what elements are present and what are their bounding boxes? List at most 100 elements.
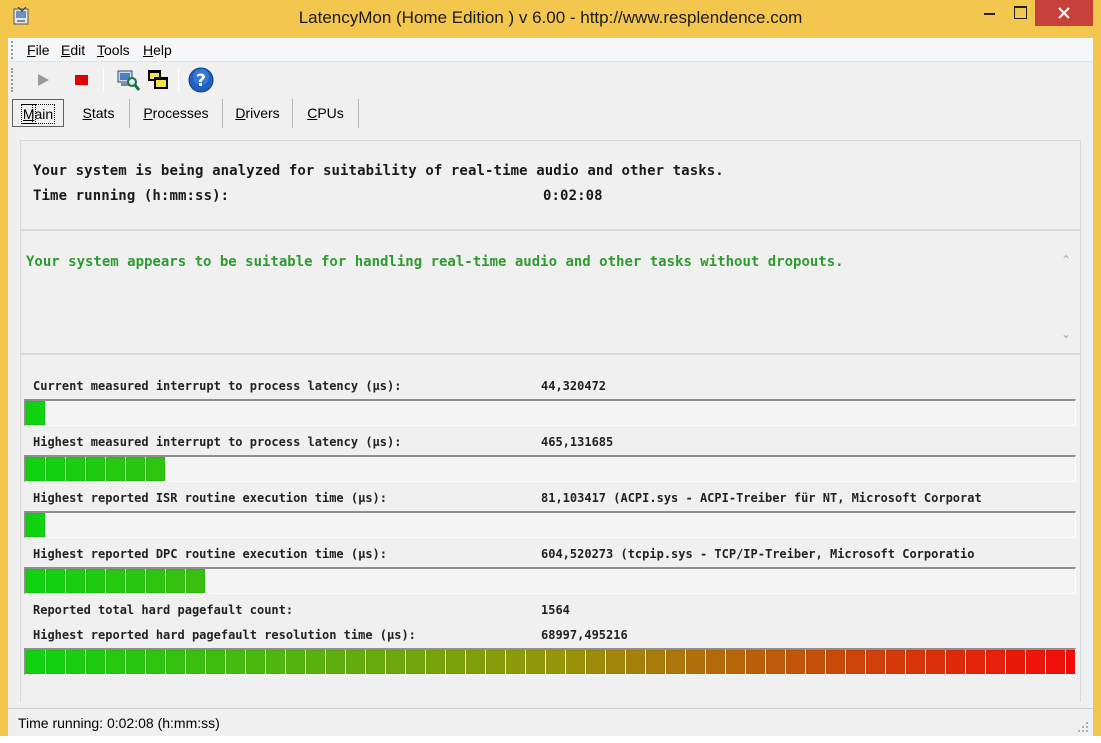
bar-segment <box>66 650 85 674</box>
tab-cpus[interactable]: CPUs <box>293 99 359 128</box>
analysis-status-text: Your system is being analyzed for suitab… <box>33 163 724 179</box>
bar-segment <box>246 650 265 674</box>
bar-segment <box>1006 650 1025 674</box>
scroll-down-icon[interactable]: ⌄ <box>1061 327 1071 341</box>
bar-segment <box>86 457 105 481</box>
menu-grip <box>11 41 13 59</box>
metric-label: Highest reported DPC routine execution t… <box>33 547 388 561</box>
menu-file[interactable]: File <box>27 42 50 58</box>
start-button[interactable] <box>30 67 56 93</box>
metric-value: 604,520273 (tcpip.sys - TCP/IP-Treiber, … <box>541 547 975 561</box>
resize-grip-icon[interactable] <box>1077 721 1089 733</box>
bar-segment <box>46 650 65 674</box>
bar-segment <box>46 569 65 593</box>
analyze-icon <box>117 70 140 91</box>
metric-value: 44,320472 <box>541 379 607 393</box>
menu-bar: File Edit Tools Help <box>8 38 1093 62</box>
bar-segment <box>186 650 205 674</box>
bar-segment <box>66 457 85 481</box>
bar-segment <box>126 650 145 674</box>
bar-segment <box>906 650 925 674</box>
pagefault-time-bar <box>24 648 1076 675</box>
bar-segment <box>146 569 165 593</box>
bar-segment <box>486 650 505 674</box>
window-title: LatencyMon (Home Edition ) v 6.00 - http… <box>298 8 803 27</box>
bar-segment <box>386 650 405 674</box>
bar-segment <box>106 457 125 481</box>
menu-help[interactable]: Help <box>143 42 172 58</box>
bar-segment <box>346 650 365 674</box>
current-latency-bar <box>24 399 1076 426</box>
highest-latency-bar <box>24 455 1076 482</box>
metric-label: Highest reported hard pagefault resoluti… <box>33 628 416 642</box>
bar-segment <box>926 650 945 674</box>
bar-segment <box>426 650 445 674</box>
tab-stats[interactable]: Stats <box>68 99 130 128</box>
stop-button[interactable] <box>68 67 94 93</box>
time-running-value: 0:02:08 <box>543 188 603 204</box>
bar-segment <box>986 650 1005 674</box>
bar-segment <box>26 513 45 537</box>
bar-segment <box>46 457 65 481</box>
tab-strip: Main Stats Processes Drivers CPUs <box>8 99 1093 129</box>
stop-icon <box>75 75 88 85</box>
bar-segment <box>266 650 285 674</box>
tab-drivers[interactable]: Drivers <box>223 99 293 128</box>
metric-label: Current measured interrupt to process la… <box>33 379 402 393</box>
bar-segment <box>726 650 745 674</box>
bar-segment <box>126 569 145 593</box>
windows-button[interactable] <box>145 67 171 93</box>
bar-segment <box>26 569 45 593</box>
scroll-up-icon[interactable]: ⌃ <box>1061 253 1071 267</box>
bar-segment <box>146 650 165 674</box>
bar-segment <box>626 650 645 674</box>
bar-segment <box>846 650 865 674</box>
bar-segment <box>686 650 705 674</box>
close-icon <box>1058 7 1070 19</box>
menu-edit[interactable]: Edit <box>61 42 85 58</box>
tab-processes[interactable]: Processes <box>130 99 223 128</box>
status-text: Time running: 0:02:08 (h:mm:ss) <box>18 715 220 731</box>
maximize-button[interactable] <box>1005 0 1035 26</box>
minimize-button[interactable] <box>975 0 1005 26</box>
bar-segment <box>606 650 625 674</box>
metrics-panel: Current measured interrupt to process la… <box>20 354 1081 702</box>
bar-segment <box>1066 650 1075 674</box>
title-bar[interactable]: LatencyMon (Home Edition ) v 6.00 - http… <box>0 0 1101 38</box>
client-area: File Edit Tools Help ? Main Stats Proces… <box>8 38 1093 736</box>
bar-segment <box>646 650 665 674</box>
bar-segment <box>786 650 805 674</box>
bar-segment <box>326 650 345 674</box>
bar-segment <box>746 650 765 674</box>
help-icon: ? <box>188 67 214 93</box>
bar-segment <box>666 650 685 674</box>
bar-segment <box>586 650 605 674</box>
bar-segment <box>406 650 425 674</box>
bar-segment <box>126 457 145 481</box>
bar-segment <box>106 569 125 593</box>
bar-segment <box>466 650 485 674</box>
metric-value: 465,131685 <box>541 435 614 449</box>
bar-segment <box>106 650 125 674</box>
metric-value: 81,103417 (ACPI.sys - ACPI-Treiber für N… <box>541 491 982 505</box>
close-button[interactable] <box>1035 0 1093 26</box>
tab-main[interactable]: Main <box>12 99 64 127</box>
bar-segment <box>546 650 565 674</box>
bar-segment <box>766 650 785 674</box>
isr-time-bar <box>24 511 1076 538</box>
bar-segment <box>286 650 305 674</box>
bar-segment <box>806 650 825 674</box>
verdict-text: Your system appears to be suitable for h… <box>26 254 844 270</box>
metric-value: 68997,495216 <box>541 628 628 642</box>
toolbar-separator <box>103 68 104 92</box>
bar-segment <box>26 457 45 481</box>
bar-segment <box>166 569 185 593</box>
metric-value: 1564 <box>541 603 570 617</box>
bar-segment <box>26 650 45 674</box>
menu-tools[interactable]: Tools <box>97 42 130 58</box>
bar-segment <box>146 457 165 481</box>
analyze-button[interactable] <box>115 67 141 93</box>
status-bar: Time running: 0:02:08 (h:mm:ss) <box>8 708 1093 736</box>
help-button[interactable]: ? <box>188 67 214 93</box>
analysis-info-panel: Your system is being analyzed for suitab… <box>20 140 1081 230</box>
